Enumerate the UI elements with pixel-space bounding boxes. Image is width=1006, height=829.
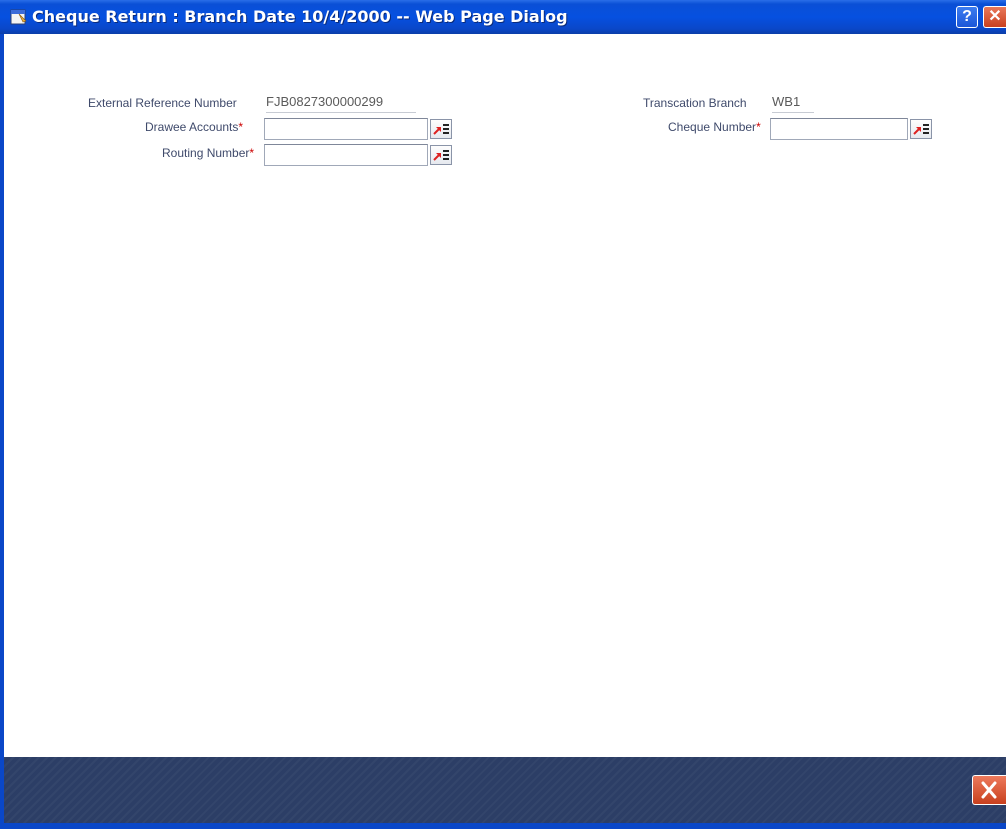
list-of-values-icon (913, 124, 929, 135)
window-frame-bottom (0, 823, 1006, 829)
cheque-number-lov-button[interactable] (910, 119, 932, 139)
close-icon: ✕ (988, 8, 1002, 25)
drawee-accounts-lov-button[interactable] (430, 119, 452, 139)
drawee-accounts-input[interactable] (264, 118, 428, 140)
external-reference-value: FJB0827300000299 (266, 94, 416, 113)
window-title: Cheque Return : Branch Date 10/4/2000 --… (32, 7, 568, 26)
routing-number-input[interactable] (264, 144, 428, 166)
page-dialog-icon (10, 9, 27, 25)
cheque-number-label: Cheque Number* (668, 120, 761, 134)
help-button[interactable]: ? (956, 6, 978, 28)
footer-bar (4, 757, 1006, 823)
drawee-accounts-label: Drawee Accounts* (145, 120, 244, 134)
required-marker: * (249, 146, 255, 160)
form-content: External Reference Number FJB08273000002… (4, 34, 1006, 757)
list-of-values-icon (433, 150, 449, 161)
required-marker: * (756, 120, 761, 134)
routing-number-lov-button[interactable] (430, 145, 452, 165)
routing-number-label: Routing Number* (162, 146, 255, 160)
transaction-branch-value: WB1 (772, 94, 814, 113)
close-icon (981, 781, 997, 799)
external-reference-label: External Reference Number (88, 96, 237, 110)
required-marker: * (238, 120, 244, 134)
list-of-values-icon (433, 124, 449, 135)
cheque-number-input[interactable] (770, 118, 908, 140)
title-bar: Cheque Return : Branch Date 10/4/2000 --… (0, 0, 1006, 35)
exit-button[interactable] (972, 775, 1006, 805)
transaction-branch-label: Transcation Branch (643, 96, 747, 110)
window-close-button[interactable]: ✕ (983, 6, 1006, 28)
help-icon: ? (962, 8, 972, 25)
